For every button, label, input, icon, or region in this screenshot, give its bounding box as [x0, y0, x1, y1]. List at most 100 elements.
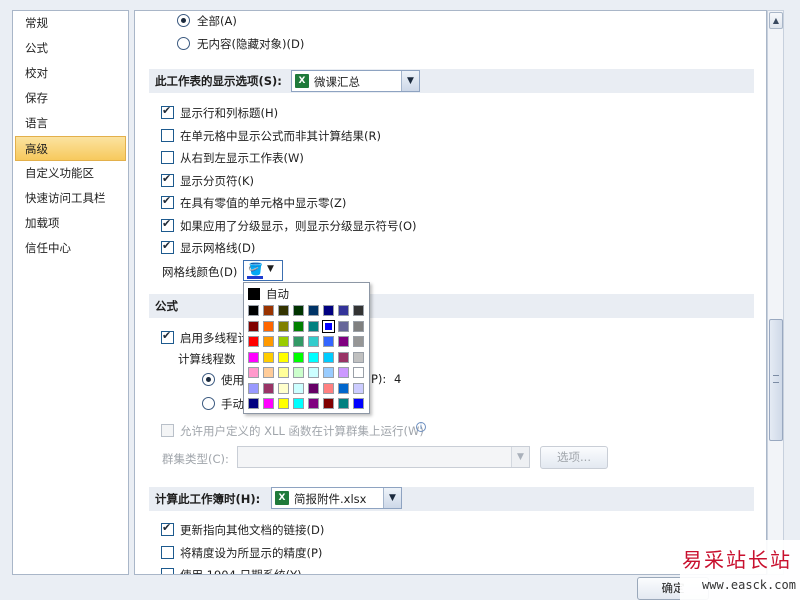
- calc-option-checkbox[interactable]: [161, 546, 174, 559]
- color-swatch[interactable]: [323, 351, 334, 363]
- scroll-up-arrow-icon[interactable]: ▲: [769, 12, 783, 29]
- nav-item[interactable]: 自定义功能区: [13, 161, 128, 186]
- sheet-option-checkbox[interactable]: [161, 194, 174, 209]
- sheet-option-checkbox[interactable]: [161, 217, 174, 232]
- color-swatch[interactable]: [353, 398, 364, 409]
- color-swatch[interactable]: [323, 382, 334, 394]
- calc-option-checkbox[interactable]: [161, 568, 174, 574]
- sheet-option-label: 在具有零值的单元格中显示零(Z): [180, 196, 347, 210]
- color-swatch[interactable]: [308, 398, 319, 409]
- formula-section-title: 公式: [155, 299, 178, 313]
- color-swatch[interactable]: [293, 305, 304, 316]
- nav-item[interactable]: 常规: [13, 11, 128, 36]
- color-swatch[interactable]: [353, 320, 364, 332]
- color-swatch[interactable]: [322, 319, 335, 333]
- radio-manual-threads[interactable]: [202, 397, 215, 410]
- nav-item[interactable]: 校对: [13, 61, 128, 86]
- calc-workbook-section-header: 计算此工作簿时(H):: [149, 487, 754, 511]
- color-swatch[interactable]: [308, 367, 319, 378]
- color-swatch[interactable]: [278, 320, 289, 332]
- sheet-option-checkbox[interactable]: [161, 172, 174, 187]
- color-swatch[interactable]: [293, 336, 304, 347]
- color-swatch[interactable]: [263, 336, 274, 347]
- color-swatch[interactable]: [278, 398, 289, 409]
- color-swatch[interactable]: [308, 382, 319, 394]
- color-swatch[interactable]: [323, 367, 334, 378]
- color-swatch[interactable]: [308, 320, 319, 332]
- chevron-down-icon[interactable]: ▼: [401, 71, 419, 91]
- color-swatch[interactable]: [278, 305, 289, 316]
- color-swatch[interactable]: [353, 305, 364, 316]
- chevron-down-icon[interactable]: ▼: [383, 488, 401, 508]
- color-swatch[interactable]: [263, 382, 274, 394]
- multithread-checkbox[interactable]: [161, 329, 174, 344]
- color-swatch[interactable]: [353, 351, 364, 363]
- sheet-option-checkbox[interactable]: [161, 104, 174, 119]
- sheet-option-checkbox[interactable]: [161, 239, 174, 254]
- color-swatch[interactable]: [248, 367, 259, 378]
- nav-item[interactable]: 语言: [13, 111, 128, 136]
- color-swatch[interactable]: [308, 305, 319, 316]
- color-swatch[interactable]: [338, 367, 349, 378]
- workbook-select-combo[interactable]: X 简报附件.xlsx ▼: [271, 487, 402, 509]
- color-swatch[interactable]: [248, 351, 259, 363]
- color-swatch[interactable]: [278, 351, 289, 363]
- color-swatch[interactable]: [308, 351, 319, 363]
- color-swatch[interactable]: [263, 351, 274, 363]
- color-swatch[interactable]: [263, 367, 274, 378]
- xll-cluster-checkbox[interactable]: [161, 424, 174, 437]
- color-swatch[interactable]: [323, 336, 334, 347]
- cluster-type-combo[interactable]: ▼: [237, 446, 530, 468]
- color-swatch[interactable]: [278, 336, 289, 347]
- color-swatch[interactable]: [338, 336, 349, 347]
- sheet-option-checkbox[interactable]: [161, 129, 174, 142]
- color-swatch[interactable]: [338, 305, 349, 316]
- color-swatch[interactable]: [248, 320, 259, 332]
- color-swatch[interactable]: [293, 382, 304, 394]
- color-swatch[interactable]: [278, 382, 289, 394]
- sheet-option-checkbox[interactable]: [161, 151, 174, 164]
- color-swatch[interactable]: [248, 305, 259, 316]
- color-swatch[interactable]: [308, 336, 319, 347]
- color-swatch[interactable]: [338, 398, 349, 409]
- color-swatch[interactable]: [248, 398, 259, 409]
- sheet-select-combo[interactable]: X 微课汇总 ▼: [291, 70, 420, 92]
- color-swatch[interactable]: [338, 351, 349, 363]
- radio-hide-objects[interactable]: [177, 37, 190, 50]
- color-swatch[interactable]: [263, 320, 274, 332]
- color-swatch[interactable]: [278, 367, 289, 378]
- color-swatch[interactable]: [353, 336, 364, 347]
- calc-option-checkbox[interactable]: [161, 521, 174, 536]
- color-swatch[interactable]: [248, 382, 259, 394]
- nav-item[interactable]: 快速访问工具栏: [13, 186, 128, 211]
- color-swatch[interactable]: [323, 398, 334, 409]
- nav-item[interactable]: 高级: [15, 136, 126, 161]
- cluster-options-button[interactable]: 选项...: [540, 446, 608, 469]
- color-swatch[interactable]: [293, 398, 304, 409]
- color-swatch[interactable]: [263, 398, 274, 409]
- radio-show-all[interactable]: [177, 14, 190, 27]
- nav-item[interactable]: 公式: [13, 36, 128, 61]
- vertical-scrollbar[interactable]: ▲: [767, 10, 784, 575]
- gridline-color-picker[interactable]: 🪣 ▼: [243, 260, 283, 281]
- color-swatch[interactable]: [293, 367, 304, 378]
- nav-item[interactable]: 加载项: [13, 211, 128, 236]
- color-swatch[interactable]: [338, 320, 349, 332]
- nav-item[interactable]: 保存: [13, 86, 128, 111]
- color-swatch[interactable]: [263, 305, 274, 316]
- color-swatch[interactable]: [248, 336, 259, 347]
- scroll-thumb[interactable]: [769, 319, 783, 441]
- nav-item[interactable]: 信任中心: [13, 236, 128, 261]
- excel-sheet-icon: X: [295, 74, 309, 88]
- site-watermark: 易采站长站 www.easck.com: [680, 540, 800, 600]
- color-swatch[interactable]: [338, 382, 349, 394]
- color-swatch[interactable]: [353, 382, 364, 394]
- automatic-color-swatch[interactable]: [248, 288, 260, 300]
- sheet-option-label: 显示分页符(K): [180, 174, 255, 188]
- radio-use-all-processors[interactable]: [202, 373, 215, 386]
- color-swatch[interactable]: [293, 320, 304, 332]
- automatic-color-label[interactable]: 自动: [266, 286, 289, 302]
- color-swatch[interactable]: [293, 351, 304, 363]
- color-swatch[interactable]: [323, 305, 334, 316]
- color-swatch[interactable]: [353, 367, 364, 378]
